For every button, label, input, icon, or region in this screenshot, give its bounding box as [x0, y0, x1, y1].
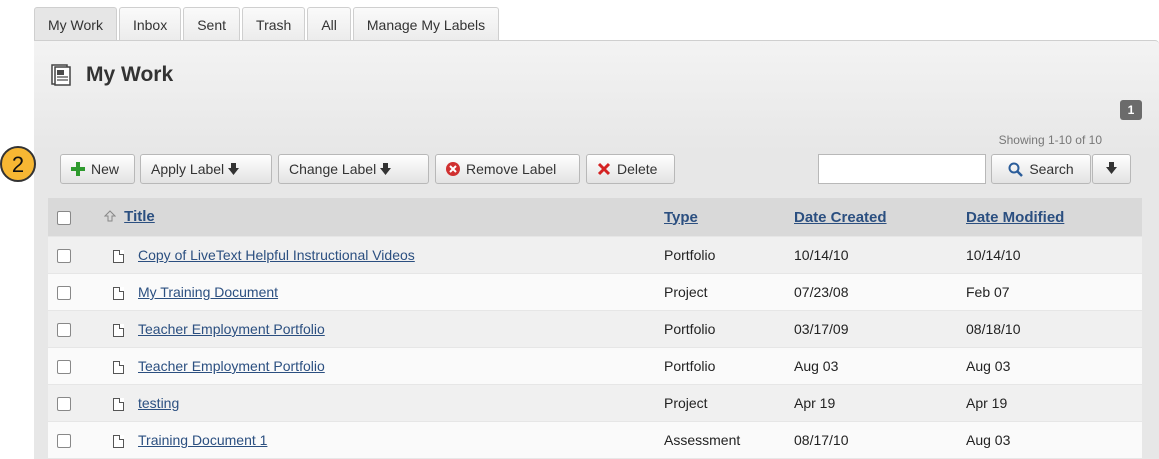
item-date-created: 10/14/10	[794, 236, 966, 274]
magnifier-icon	[1008, 162, 1024, 177]
page-title: My Work	[86, 63, 174, 86]
search-button-label: Search	[1029, 161, 1074, 177]
document-icon	[113, 434, 124, 448]
type-header: Type	[664, 198, 794, 237]
page-header: My Work	[50, 63, 173, 87]
plus-icon	[71, 162, 85, 176]
type-sort-link[interactable]: Type	[664, 209, 698, 226]
tab-bar: My Work Inbox Sent Trash All Manage My L…	[34, 7, 501, 41]
item-date-created: 08/17/10	[794, 421, 966, 458]
title-header: Title	[103, 198, 664, 237]
item-date-created: Aug 03	[794, 347, 966, 385]
change-label-button[interactable]: Change Label	[278, 154, 429, 184]
delete-button[interactable]: Delete	[586, 154, 675, 184]
item-type: Portfolio	[664, 310, 794, 348]
tab-all[interactable]: All	[307, 7, 351, 40]
row-checkbox[interactable]	[57, 434, 71, 449]
document-icon	[113, 360, 124, 374]
item-type: Project	[664, 384, 794, 422]
row-checkbox[interactable]	[57, 249, 71, 264]
item-title-link[interactable]: My Training Document	[138, 284, 278, 300]
item-date-created: 07/23/08	[794, 273, 966, 311]
documents-icon	[50, 64, 72, 86]
document-icon	[113, 323, 124, 337]
table-row[interactable]: My Training Document Project 07/23/08 Fe…	[48, 273, 1142, 311]
new-button-label: New	[91, 161, 120, 177]
table-header-row: Title Type Date Created Date Modified	[48, 198, 1142, 237]
row-checkbox[interactable]	[57, 360, 71, 375]
select-all-checkbox[interactable]	[57, 210, 71, 225]
table-row[interactable]: Training Document 1 Assessment 08/17/10 …	[48, 421, 1142, 458]
modified-header: Date Modified	[966, 198, 1142, 237]
showing-count: Showing 1-10 of 10	[998, 133, 1102, 147]
document-icon	[113, 286, 124, 300]
work-table: Title Type Date Created Date Modified Co…	[48, 198, 1142, 458]
table-row[interactable]: Teacher Employment Portfolio Portfolio A…	[48, 347, 1142, 385]
remove-label-text: Remove Label	[466, 161, 557, 177]
search-options-button[interactable]	[1092, 154, 1131, 184]
row-checkbox[interactable]	[57, 397, 71, 412]
item-title-link[interactable]: Teacher Employment Portfolio	[138, 358, 325, 374]
item-type: Project	[664, 273, 794, 311]
item-date-modified: Aug 03	[966, 347, 1142, 385]
arrow-down-icon	[1106, 161, 1117, 177]
item-date-created: 03/17/09	[794, 310, 966, 348]
row-checkbox[interactable]	[57, 286, 71, 301]
change-label-text: Change Label	[289, 161, 377, 177]
title-sort-link[interactable]: Title	[124, 208, 155, 225]
item-date-created: Apr 19	[794, 384, 966, 422]
item-title-link[interactable]: Copy of LiveText Helpful Instructional V…	[138, 247, 415, 263]
tab-trash[interactable]: Trash	[242, 7, 306, 40]
sort-up-icon	[103, 209, 117, 226]
step-number-badge: 2	[0, 146, 36, 182]
delete-x-icon	[597, 162, 611, 176]
remove-label-button[interactable]: Remove Label	[435, 154, 580, 184]
table-row[interactable]: testing Project Apr 19 Apr 19	[48, 384, 1142, 422]
table-row[interactable]: Copy of LiveText Helpful Instructional V…	[48, 236, 1142, 274]
item-type: Portfolio	[664, 347, 794, 385]
item-date-modified: Aug 03	[966, 421, 1142, 458]
created-header: Date Created	[794, 198, 966, 237]
tab-my-work[interactable]: My Work	[34, 7, 117, 40]
page-number-1[interactable]: 1	[1120, 100, 1142, 120]
item-date-modified: 10/14/10	[966, 236, 1142, 274]
item-date-modified: Feb 07	[966, 273, 1142, 311]
new-button[interactable]: New	[60, 154, 135, 184]
delete-button-label: Delete	[617, 161, 658, 177]
select-all-cell	[48, 198, 104, 237]
item-title-link[interactable]: Training Document 1	[138, 432, 267, 448]
search-button[interactable]: Search	[991, 154, 1091, 184]
apply-label-text: Apply Label	[151, 161, 225, 177]
item-date-modified: Apr 19	[966, 384, 1142, 422]
document-icon	[113, 249, 124, 263]
item-type: Assessment	[664, 421, 794, 458]
item-date-modified: 08/18/10	[966, 310, 1142, 348]
modified-sort-link[interactable]: Date Modified	[966, 209, 1064, 226]
apply-label-button[interactable]: Apply Label	[140, 154, 272, 184]
item-title-link[interactable]: Teacher Employment Portfolio	[138, 321, 325, 337]
tab-manage-my-labels[interactable]: Manage My Labels	[352, 7, 500, 40]
table-row[interactable]: Teacher Employment Portfolio Portfolio 0…	[48, 310, 1142, 348]
remove-circle-icon	[446, 162, 460, 176]
row-checkbox[interactable]	[57, 323, 71, 338]
item-type: Portfolio	[664, 236, 794, 274]
arrow-down-icon	[228, 163, 240, 175]
item-title-link[interactable]: testing	[138, 395, 179, 411]
search-input[interactable]	[818, 154, 986, 184]
arrow-down-icon	[380, 163, 392, 175]
tab-sent[interactable]: Sent	[183, 7, 241, 40]
tab-inbox[interactable]: Inbox	[118, 7, 182, 40]
created-sort-link[interactable]: Date Created	[794, 209, 887, 226]
document-icon	[113, 397, 124, 411]
